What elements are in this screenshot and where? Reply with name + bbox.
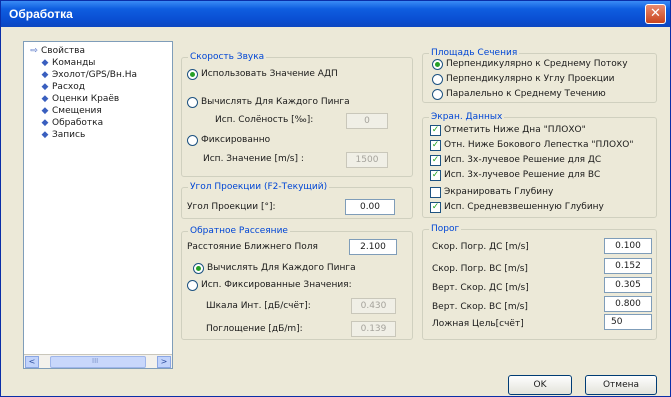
- use-fixed-radio[interactable]: [187, 280, 198, 291]
- backscatter-compute-label: Вычислять Для Каждого Пинга: [207, 263, 356, 273]
- diamond-icon: ◆: [41, 106, 49, 116]
- heading-title: Угол Проекции (F2-Текущий): [188, 182, 330, 192]
- compute-each-ping-radio[interactable]: [187, 97, 198, 108]
- fixed-label: Фиксированно: [201, 135, 271, 145]
- cross-section-opt3-radio[interactable]: [432, 89, 443, 100]
- threshold-label-4: Ложная Цель[счёт]: [432, 319, 524, 329]
- title-bar[interactable]: Обработка ✕: [1, 1, 670, 27]
- diamond-icon: ◆: [41, 58, 49, 68]
- arrow-right-icon: ⇨: [30, 46, 38, 56]
- scale-input[interactable]: 0.430: [351, 298, 396, 314]
- tree-item-processing[interactable]: ◆ Обработка: [38, 117, 104, 129]
- tree-item-offsets[interactable]: ◆ Смещения: [38, 105, 102, 117]
- threshold-label-1: Скор. Погр. ВС [m/s]: [432, 264, 528, 274]
- screening-check-5[interactable]: ✓: [430, 202, 441, 213]
- diamond-icon: ◆: [41, 70, 49, 80]
- screening-label-1: Отн. Ниже Бокового Лепестка "ПЛОХО": [444, 140, 634, 150]
- cross-section-opt2-radio[interactable]: [432, 74, 443, 85]
- heading-input[interactable]: 0.00: [345, 199, 395, 215]
- sound-value-label: Исп. Значение [m/s] :: [203, 154, 304, 164]
- cross-section-title: Площадь Сечения: [429, 48, 520, 58]
- near-field-input[interactable]: 2.100: [349, 239, 397, 255]
- tree-horizontal-scrollbar[interactable]: < III >: [24, 354, 172, 368]
- tree-item-commands[interactable]: ◆ Команды: [38, 57, 96, 69]
- processing-dialog: Обработка ✕ ⇨ Свойства ◆ Команды ◆ Эхолот/G…: [0, 0, 671, 397]
- screening-label-4: Экранировать Глубину: [444, 187, 554, 197]
- fixed-radio[interactable]: [187, 135, 198, 146]
- scroll-thumb-grip: III: [92, 357, 99, 365]
- sound-value-input[interactable]: 1500: [346, 152, 388, 168]
- screening-check-0[interactable]: ✓: [430, 125, 441, 136]
- screening-label-3: Исп. 3х-лучевое Решение для ВС: [444, 170, 601, 180]
- screening-label-2: Исп. 3х-лучевое Решение для ДС: [444, 155, 602, 165]
- screening-check-4[interactable]: [430, 187, 441, 198]
- threshold-title: Порог: [429, 224, 462, 234]
- tree-item-edge-estimates[interactable]: ◆ Оценки Краёв: [38, 93, 120, 105]
- screening-title: Экран. Данных: [429, 112, 505, 122]
- use-adcp-label: Использовать Значение АДП: [201, 69, 338, 79]
- compute-each-ping-label: Вычислять Для Каждого Пинга: [201, 97, 350, 107]
- cross-section-opt1-radio[interactable]: [432, 59, 443, 70]
- screening-check-2[interactable]: ✓: [430, 155, 441, 166]
- salinity-input[interactable]: 0: [346, 113, 388, 129]
- diamond-icon: ◆: [41, 130, 49, 140]
- window-title: Обработка: [9, 7, 73, 21]
- heading-label: Угол Проекции [°]:: [187, 202, 276, 212]
- threshold-label-3: Верт. Скор. ВС [m/s]: [432, 302, 528, 312]
- cancel-button[interactable]: Отмена: [585, 375, 657, 395]
- backscatter-compute-radio[interactable]: [193, 263, 204, 274]
- scale-label: Шкала Инт. [дБ/счёт]:: [206, 301, 311, 311]
- use-fixed-label: Исп. Фиксированные Значения:: [201, 280, 352, 290]
- threshold-input-3[interactable]: 0.800: [604, 296, 652, 312]
- threshold-input-1[interactable]: 0.152: [604, 258, 652, 274]
- use-adcp-radio[interactable]: [187, 69, 198, 80]
- screening-label-0: Отметить Ниже Дна "ПЛОХО": [444, 125, 586, 135]
- tree-item-recording[interactable]: ◆ Запись: [38, 129, 86, 141]
- ok-button[interactable]: OK: [508, 375, 572, 395]
- cross-section-opt2-label: Перпендикулярно к Углу Проекции: [446, 74, 615, 84]
- tree-item-discharge[interactable]: ◆ Расход: [38, 81, 85, 93]
- diamond-icon: ◆: [41, 118, 49, 128]
- tree-item-properties[interactable]: ⇨ Свойства: [27, 45, 85, 57]
- diamond-icon: ◆: [41, 94, 49, 104]
- sound-speed-title: Скорость Звука: [188, 52, 267, 62]
- threshold-label-0: Скор. Погр. ДС [m/s]: [432, 242, 529, 252]
- screening-check-3[interactable]: ✓: [430, 170, 441, 181]
- threshold-input-0[interactable]: 0.100: [604, 238, 652, 254]
- close-button[interactable]: ✕: [645, 4, 666, 24]
- tree-item-sounder-gps[interactable]: ◆ Эхолот/GPS/Вн.На: [38, 69, 137, 81]
- scroll-left-button[interactable]: <: [25, 356, 39, 368]
- absorption-label: Поглощение [дБ/m]:: [206, 324, 303, 334]
- screening-check-1[interactable]: ✓: [430, 140, 441, 151]
- threshold-input-4[interactable]: 50: [604, 314, 652, 330]
- backscatter-title: Обратное Рассеяние: [188, 226, 290, 236]
- threshold-label-2: Верт. Скор. ДС [m/s]: [432, 283, 529, 293]
- diamond-icon: ◆: [41, 82, 49, 92]
- screening-label-5: Исп. Средневзвешенную Глубину: [444, 202, 604, 212]
- near-field-label: Расстояние Ближнего Поля: [187, 242, 318, 252]
- scroll-right-button[interactable]: >: [157, 356, 171, 368]
- cross-section-opt1-label: Перпендикулярно к Среднему Потоку: [446, 59, 628, 69]
- threshold-input-2[interactable]: 0.305: [604, 277, 652, 293]
- salinity-label: Исп. Солёность [‰]:: [215, 115, 314, 125]
- settings-tree[interactable]: ⇨ Свойства ◆ Команды ◆ Эхолот/GPS/Вн.На ◆ Ра…: [23, 41, 173, 369]
- absorption-input[interactable]: 0.139: [351, 321, 396, 337]
- cross-section-opt3-label: Паралельно к Среднему Течению: [446, 89, 606, 99]
